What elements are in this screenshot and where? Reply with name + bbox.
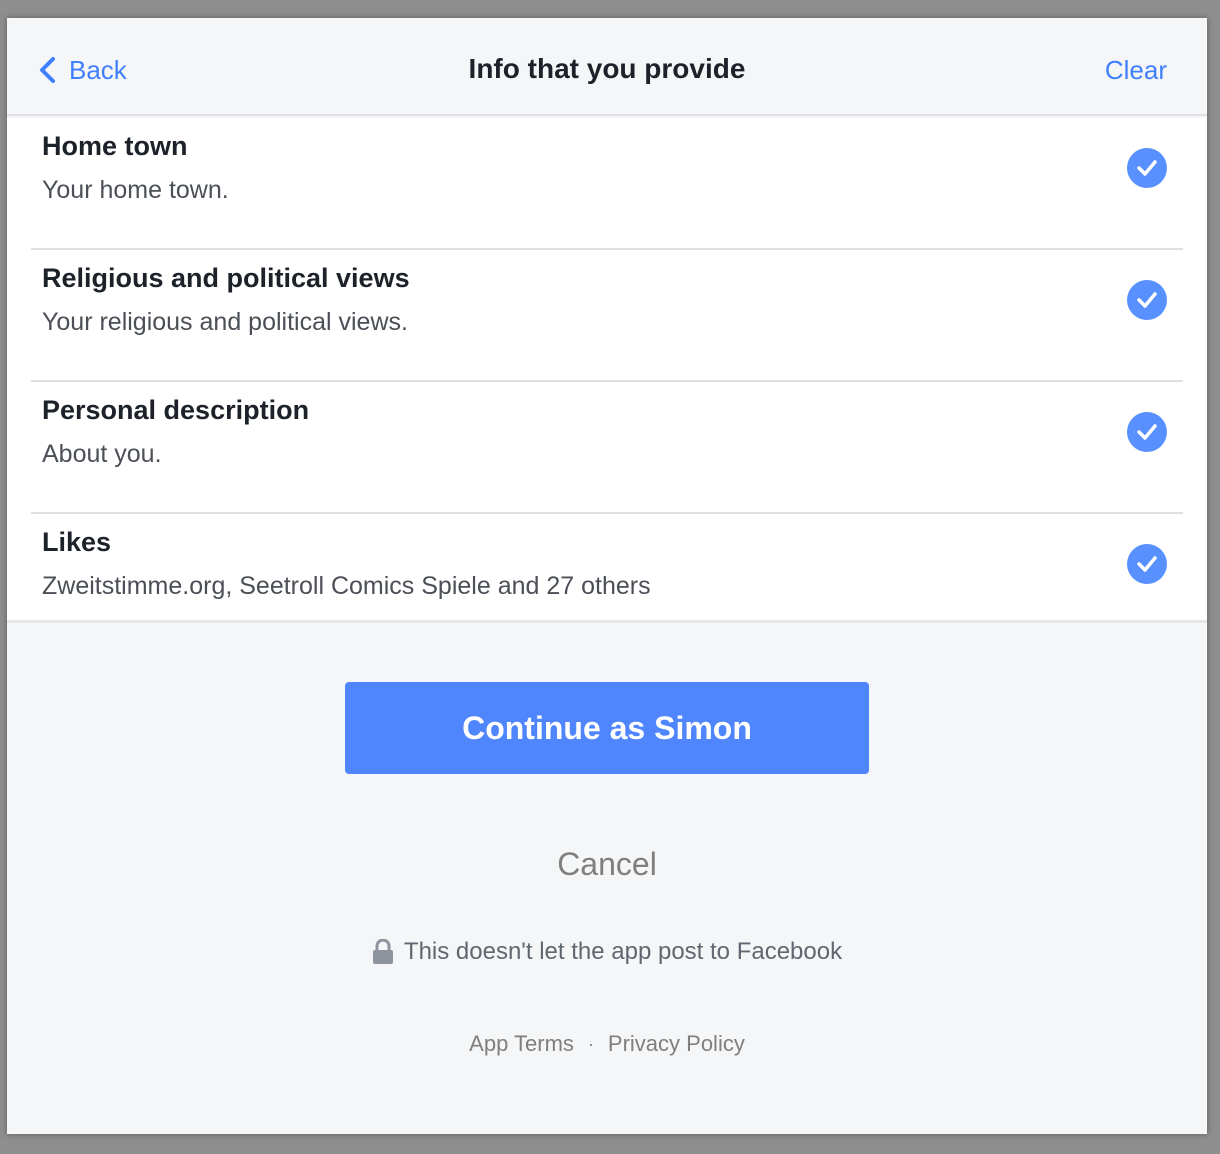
page-title: Info that you provide (468, 53, 746, 84)
permissions-list: Home town Your home town. Religious and … (7, 118, 1207, 623)
dialog-footer: App Terms · Privacy Policy (7, 1031, 1207, 1057)
checkmark-icon (1137, 424, 1157, 440)
dialog-header: Back Info that you provide Clear (7, 18, 1207, 116)
permission-description: Zweitstimme.org, Seetroll Comics Spiele … (42, 572, 651, 600)
permission-title: Likes (42, 527, 112, 557)
app-terms-link[interactable]: App Terms (469, 1031, 574, 1057)
permission-checkbox[interactable] (1127, 412, 1167, 452)
permission-checkbox[interactable] (1127, 280, 1167, 320)
permission-description: About you. (42, 440, 162, 468)
privacy-policy-link[interactable]: Privacy Policy (608, 1031, 745, 1057)
permission-row-likes: Likes Zweitstimme.org, Seetroll Comics S… (31, 514, 1183, 646)
checkmark-icon (1137, 556, 1157, 572)
footer-separator: · (587, 1033, 594, 1054)
permission-title: Personal description (42, 395, 310, 425)
login-dialog: Back Info that you provide Clear Home to… (7, 18, 1207, 1134)
permission-row-religious-political: Religious and political views Your relig… (31, 250, 1183, 382)
permission-title: Home town (42, 131, 188, 161)
clear-button[interactable]: Clear (1105, 55, 1167, 86)
continue-button[interactable]: Continue as Simon (345, 682, 869, 774)
permission-row-personal-description: Personal description About you. (31, 382, 1183, 514)
permission-description: Your home town. (42, 176, 229, 204)
post-permission-notice: This doesn't let the app post to Faceboo… (7, 938, 1207, 966)
notice-text: This doesn't let the app post to Faceboo… (403, 938, 843, 965)
checkmark-icon (1137, 160, 1157, 176)
checkmark-icon (1137, 292, 1157, 308)
cancel-button[interactable]: Cancel (7, 846, 1207, 883)
permission-checkbox[interactable] (1127, 148, 1167, 188)
permission-checkbox[interactable] (1127, 544, 1167, 584)
permission-title: Religious and political views (42, 263, 410, 293)
permission-row-home-town: Home town Your home town. (31, 118, 1183, 250)
permission-description: Your religious and political views. (42, 308, 408, 336)
lock-icon (372, 939, 393, 964)
